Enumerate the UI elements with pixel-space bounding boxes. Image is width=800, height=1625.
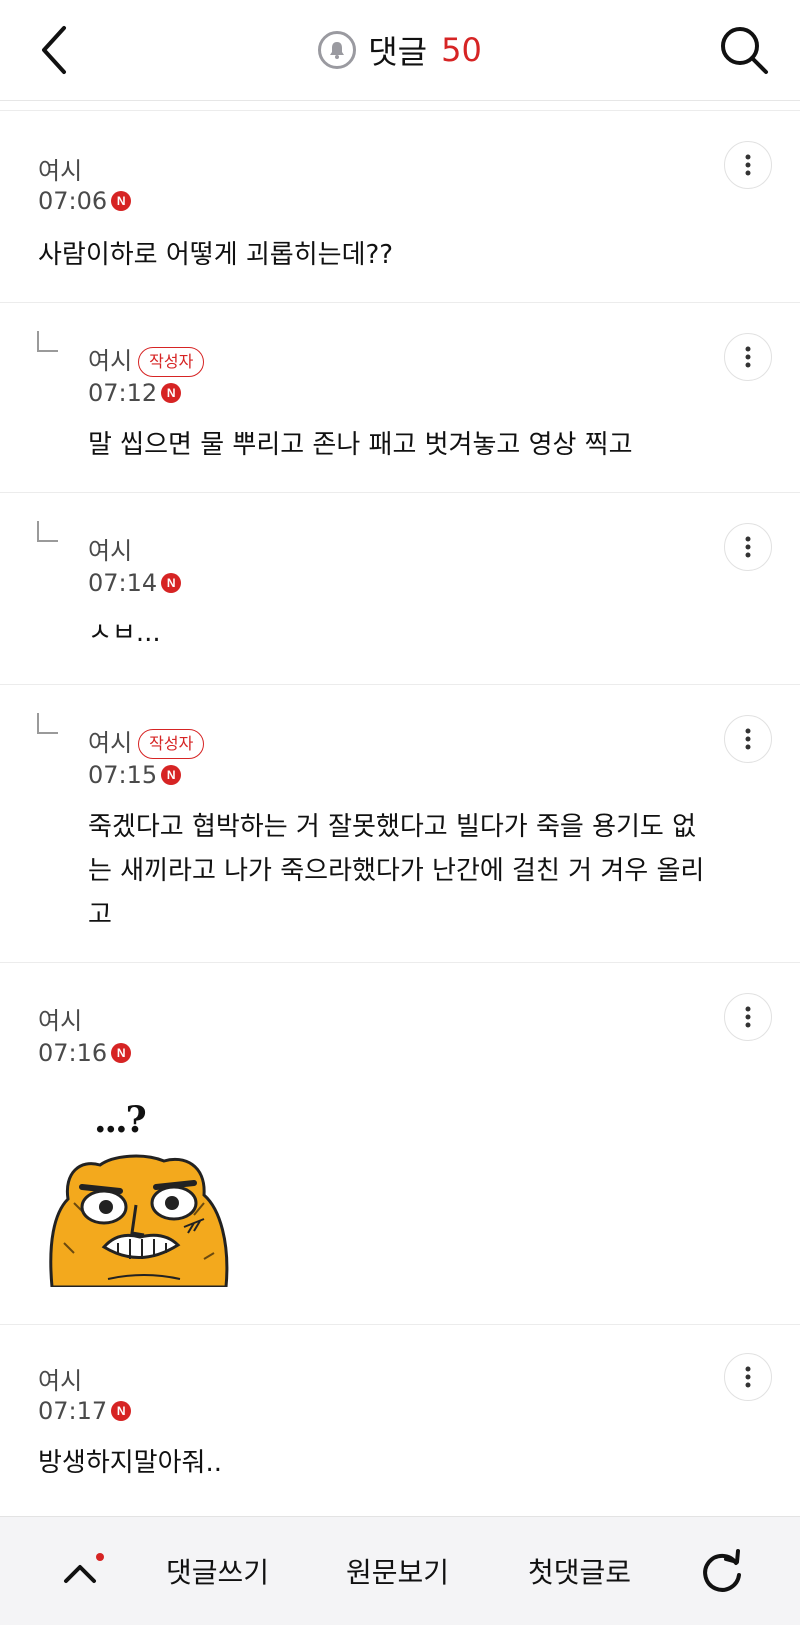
comment-time: 07:15 N [88,761,182,789]
new-badge: N [111,191,132,211]
more-options-button[interactable] [724,141,772,189]
comment-item: 여시 07:06 N 사람이하로 어떻게 괴롭히는데?? [0,110,800,302]
chevron-left-icon [42,26,66,74]
comment-author: 여시 [38,1367,83,1395]
chevron-up-icon [64,1553,104,1583]
time-label: 07:15 [88,761,158,789]
author-name: 여시 [88,347,133,375]
more-vertical-icon [745,1366,751,1388]
refresh-button[interactable] [696,1545,748,1597]
comment-time: 07:16 N [38,1039,132,1067]
sticker-image: ...? [44,1099,234,1287]
comment-author: 여시 작성자 [88,723,205,759]
new-badge: N [111,1401,132,1421]
new-badge: N [161,383,182,403]
comment-text: 말 씹으면 물 뿌리고 존나 패고 벗겨놓고 영상 찍고 [88,430,633,460]
more-options-button[interactable] [724,1353,772,1401]
comment-author: 여시 [38,1007,83,1035]
new-badge: N [161,573,182,593]
more-options-button[interactable] [724,523,772,571]
comment-time: 07:12 N [88,379,182,407]
more-vertical-icon [745,154,751,176]
more-vertical-icon [745,346,751,368]
write-comment-button[interactable]: 댓글쓰기 [166,1551,269,1591]
more-vertical-icon [745,1006,751,1028]
comment-time: 07:17 N [38,1397,132,1425]
comment-text: 죽겠다고 협박하는 거 잘못했다고 빌다가 죽을 용기도 없는 새끼라고 나가 … [88,812,705,930]
time-label: 07:17 [38,1397,108,1425]
refresh-icon [703,1549,741,1592]
scroll-top-button[interactable] [56,1547,108,1599]
time-label: 07:12 [88,379,158,407]
author-name: 여시 [88,729,133,757]
view-original-button[interactable]: 원문보기 [346,1551,449,1591]
top-bar: 댓글 50 [0,0,800,101]
search-icon [721,27,768,74]
new-badge: N [111,1043,132,1063]
comment-text: ㅅㅂ... [88,618,161,648]
comment-time: 07:14 N [88,569,182,597]
bottom-bar: 댓글쓰기 원문보기 첫댓글로 [0,1516,800,1625]
reply-item: 여시 작성자 07:15 N 죽겠다고 협박하는 거 잘못했다고 빌다가 죽을 용… [0,684,800,962]
comment-count: 50 [441,31,482,69]
comment-author: 여시 작성자 [88,341,205,377]
reply-indicator-icon [37,713,58,734]
more-options-button[interactable] [724,715,772,763]
comment-text: 사람이하로 어떻게 괴롭히는데?? [38,240,394,270]
author-badge: 작성자 [138,729,205,759]
more-vertical-icon [745,728,751,750]
reply-item: 여시 07:14 N ㅅㅂ... [0,492,800,684]
reply-indicator-icon [37,521,58,542]
comment-text: 방생하지말아줘.. [38,1448,222,1478]
comment-time: 07:06 N [38,187,132,215]
back-button[interactable] [30,22,86,78]
reply-indicator-icon [37,331,58,352]
bell-icon[interactable] [318,31,357,69]
more-options-button[interactable] [724,333,772,381]
comment-author: 여시 [88,537,133,565]
reply-item: 여시 작성자 07:12 N 말 씹으면 물 뿌리고 존나 패고 벗겨놓고 영상 … [0,302,800,492]
more-options-button[interactable] [724,993,772,1041]
first-comment-button[interactable]: 첫댓글로 [528,1551,631,1591]
comment-item: 여시 07:17 N 방생하지말아줘.. [0,1324,800,1516]
time-label: 07:06 [38,187,108,215]
search-button[interactable] [716,22,772,78]
comment-author: 여시 [38,157,83,185]
new-badge: N [161,765,182,785]
more-vertical-icon [745,536,751,558]
title-label: 댓글 [368,33,428,71]
author-badge: 작성자 [138,347,205,377]
comment-item: 여시 07:16 N ...? [0,962,800,1324]
page-title: 댓글 50 [318,27,482,73]
time-label: 07:14 [88,569,158,597]
time-label: 07:16 [38,1039,108,1067]
